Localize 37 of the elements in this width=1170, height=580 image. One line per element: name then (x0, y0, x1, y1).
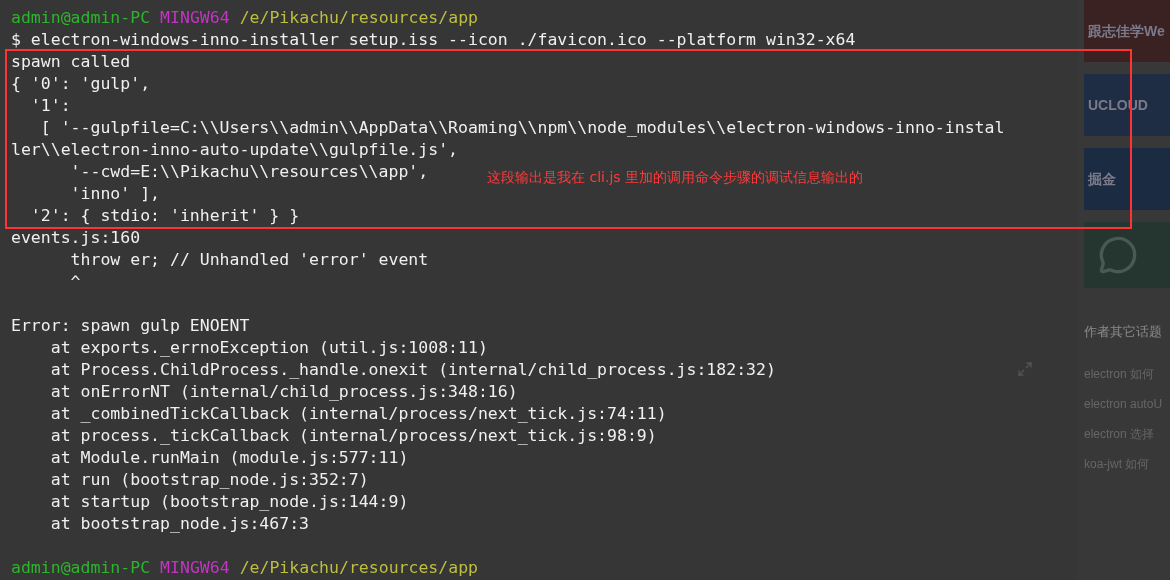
terminal-line: Error: spawn gulp ENOENT (11, 316, 250, 335)
terminal-line: at _combinedTickCallback (internal/process/next_tick.js:74:11) (49, 404, 667, 423)
prompt-user: admin@admin-PC (11, 7, 151, 29)
terminal-line: { '0': 'gulp', (11, 74, 151, 93)
terminal-line: [ '--gulpfile=C:\\Users\\admin\\AppData\\Roaming\\npm\\node_modules\\electron-windows-inno-instal (39, 118, 1005, 137)
terminal-line: 'inno' ], (69, 184, 160, 203)
prompt-shell: MINGW64 (160, 557, 230, 579)
prompt-path: /e/Pikachu/resources/app (239, 7, 479, 29)
terminal-line: at Module.runMain (module.js:577:11) (49, 448, 409, 467)
terminal-line: at bootstrap_node.js:467:3 (49, 514, 309, 533)
terminal-line: at startup (bootstrap_node.js:144:9) (49, 492, 409, 511)
terminal-line: '2': { stdio: 'inherit' } } (29, 206, 300, 225)
terminal-line: '1': (29, 96, 71, 115)
terminal-line: at Process.ChildProcess._handle.onexit (internal/child_process.js:182:32) (49, 360, 776, 379)
expand-icon[interactable] (1017, 361, 1033, 377)
terminal-line: throw er; // Unhandled 'error' event (69, 250, 429, 269)
terminal-line: ler\\electron-inno-auto-update\\gulpfile.js', (11, 140, 459, 159)
ad-banner[interactable]: 掘金 (1084, 148, 1170, 210)
terminal-line: ^ (69, 272, 81, 291)
terminal-line: spawn called (11, 52, 131, 71)
terminal-line: events.js:160 (11, 228, 141, 247)
prompt-path: /e/Pikachu/resources/app (239, 557, 479, 579)
prompt-shell: MINGW64 (160, 7, 230, 29)
terminal-line: at exports._errnoException (util.js:1008:11) (49, 338, 488, 357)
ad-banner[interactable]: 跟志佳学We (1084, 0, 1170, 62)
chat-icon (1098, 235, 1138, 275)
terminal-line: $ electron-windows-inno-installer setup.iss --icon ./favicon.ico --platform win32-x64 (11, 30, 856, 49)
annotation-note: 这段输出是我在 cli.js 里加的调用命令步骤的调试信息输出的 (487, 168, 863, 187)
terminal-line: at onErrorNT (internal/child_process.js:348:16) (49, 382, 518, 401)
terminal-line: at run (bootstrap_node.js:352:7) (49, 470, 369, 489)
section-title: 作者其它话题 (1084, 323, 1163, 341)
ad-banner[interactable] (1084, 222, 1170, 288)
prompt-user: admin@admin-PC (11, 557, 151, 579)
banner-text: 掘金 (1088, 169, 1116, 189)
terminal-line: at process._tickCallback (internal/process/next_tick.js:98:9) (49, 426, 657, 445)
terminal-line: '--cwd=E:\\Pikachu\\resources\\app', (69, 162, 429, 181)
banner-text: 跟志佳学We (1088, 21, 1165, 41)
